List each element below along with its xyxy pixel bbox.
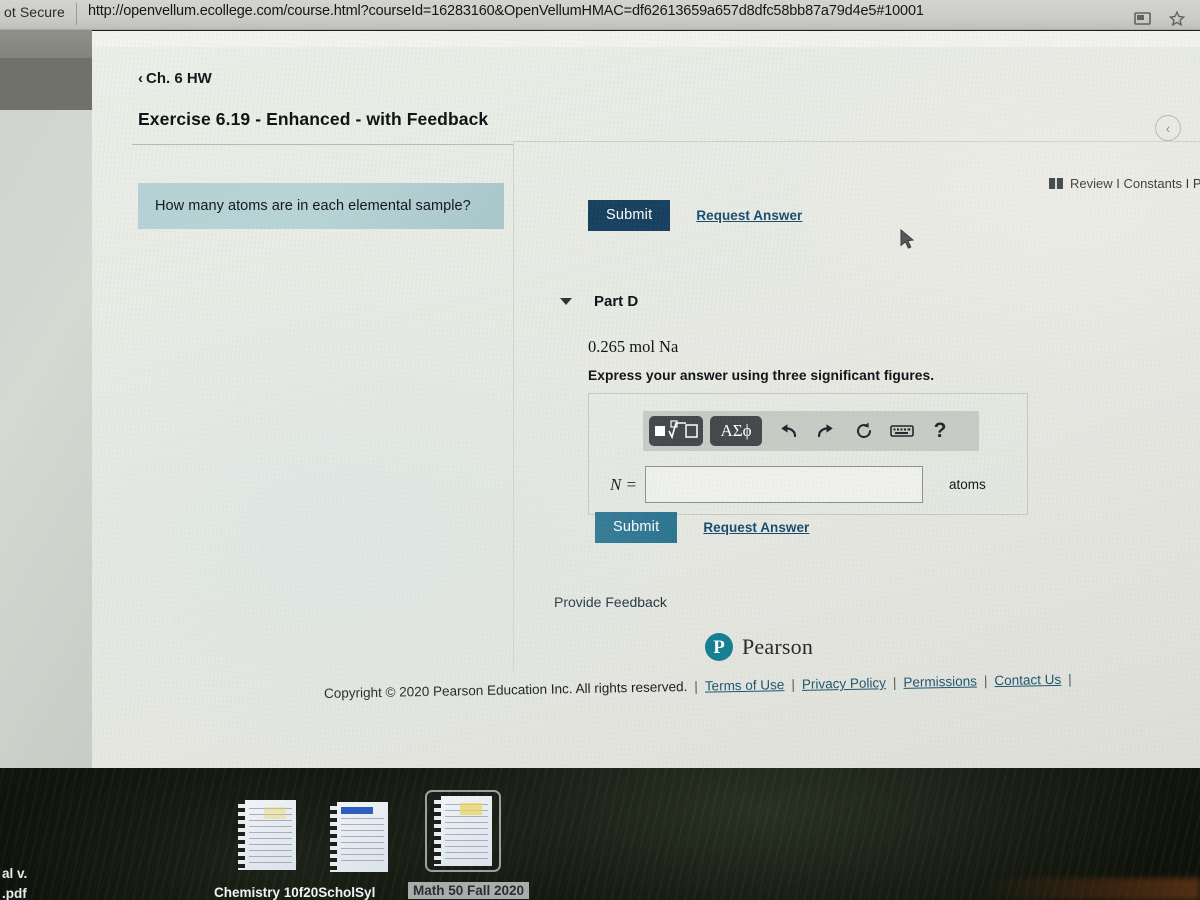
footer-link-contact[interactable]: Contact Us	[994, 672, 1061, 688]
highlight-mark	[460, 803, 482, 815]
part-instruction: Express your answer using three signific…	[588, 368, 935, 383]
left-bezel-shadow-inner	[0, 58, 92, 110]
provide-feedback-link[interactable]: Provide Feedback	[554, 594, 667, 610]
chevron-down-icon	[560, 298, 572, 305]
request-answer-link-bottom[interactable]: Request Answer	[703, 520, 809, 535]
variable-label: N =	[609, 474, 637, 494]
screen-photo: ot Secure http://openvellum.ecollege.com…	[0, 0, 1200, 900]
list-item[interactable]	[330, 802, 392, 876]
breadcrumb[interactable]: ‹ Ch. 6 HW	[138, 70, 212, 87]
breadcrumb-label: Ch. 6 HW	[146, 70, 212, 87]
security-indicator[interactable]: ot Secure	[4, 4, 65, 20]
question-prompt-box: How many atoms are in each elemental sam…	[138, 183, 504, 229]
header-divider-left	[132, 144, 514, 145]
resources-label: Review I Constants I P	[1070, 176, 1200, 191]
pearson-wordmark: Pearson	[742, 634, 814, 659]
part-quantity: 0.265 mol Na	[588, 337, 679, 356]
list-item[interactable]: Chemistry 10f20ScholSyl	[214, 800, 375, 900]
pearson-logo: P Pearson	[705, 633, 813, 661]
keyboard-icon[interactable]	[883, 416, 921, 446]
top-action-row: Submit Request Answer	[588, 200, 802, 231]
highlight-mark	[341, 807, 373, 814]
footer-link-privacy[interactable]: Privacy Policy	[802, 675, 886, 692]
document-thumbnail	[434, 796, 492, 866]
collapse-panel-button[interactable]: ‹	[1155, 115, 1181, 141]
chevron-left-icon: ‹	[1165, 120, 1171, 136]
bottom-action-row: Submit Request Answer	[595, 512, 809, 543]
answer-toolbar: ΑΣϕ ?	[643, 411, 979, 451]
document-thumbnail	[238, 800, 296, 870]
toolbar-divider	[76, 3, 77, 25]
part-label: Part D	[594, 293, 639, 310]
help-icon[interactable]: ?	[921, 416, 959, 446]
reset-icon[interactable]	[845, 416, 883, 446]
submit-button-bottom[interactable]: Submit	[595, 512, 678, 543]
bookmark-star-icon[interactable]	[1168, 10, 1186, 28]
answer-input[interactable]	[645, 466, 923, 503]
question-prompt-text: How many atoms are in each elemental sam…	[155, 198, 471, 214]
document-thumbnail	[330, 802, 388, 872]
greek-symbols-button[interactable]: ΑΣϕ	[710, 416, 762, 446]
undo-icon[interactable]	[769, 416, 807, 446]
dock-item-label: Math 50 Fall 2020	[408, 882, 530, 899]
dock-corner-text-line1: al v.	[2, 866, 28, 881]
math-template-button[interactable]	[649, 416, 703, 446]
footer-link-permissions[interactable]: Permissions	[903, 673, 977, 689]
url-input[interactable]: http://openvellum.ecollege.com/course.ht…	[88, 3, 924, 19]
pearson-mark-icon: P	[705, 633, 733, 661]
browser-toolbar: ot Secure http://openvellum.ecollege.com…	[0, 0, 1200, 30]
footer-separator: |	[892, 675, 897, 691]
answer-field-row: N = atoms	[599, 466, 1019, 503]
document-lines	[341, 818, 384, 866]
notebook-spiral-icon	[434, 796, 441, 866]
part-header[interactable]: Part D	[560, 293, 638, 310]
footer-separator: |	[694, 678, 698, 694]
submit-button-top[interactable]: Submit	[588, 200, 671, 231]
answer-widget: ΑΣϕ ? N = atoms	[588, 393, 1028, 515]
footer-separator: |	[1068, 671, 1072, 687]
redo-icon[interactable]	[807, 416, 845, 446]
notebook-spiral-icon	[238, 800, 245, 870]
dock-item-label: Chemistry 10f20ScholSyl	[214, 885, 376, 900]
footer-separator: |	[983, 673, 988, 689]
footer-link-terms[interactable]: Terms of Use	[705, 677, 785, 694]
dock-corner-text-line2: .pdf	[2, 886, 27, 900]
notebook-spiral-icon	[330, 802, 337, 872]
book-icon	[1049, 178, 1063, 189]
copyright-text: Copyright © 2020 Pearson Education Inc. …	[323, 679, 688, 701]
list-item[interactable]: Math 50 Fall 2020	[408, 790, 530, 899]
footer: Copyright © 2020 Pearson Education Inc. …	[324, 672, 1079, 701]
highlight-mark	[264, 807, 286, 819]
page-viewport: ‹ Ch. 6 HW Exercise 6.19 - Enhanced - wi…	[92, 31, 1200, 768]
resources-links[interactable]: Review I Constants I P	[1049, 176, 1200, 191]
back-chevron-icon: ‹	[138, 70, 143, 87]
header-divider-right	[514, 141, 1200, 142]
page-top-strip	[92, 31, 1200, 47]
page-title: Exercise 6.19 - Enhanced - with Feedback	[138, 109, 489, 129]
unit-label: atoms	[949, 477, 986, 492]
column-divider	[513, 141, 514, 671]
request-answer-link-top[interactable]: Request Answer	[696, 208, 802, 223]
left-bezel	[0, 30, 92, 768]
desktop-dock: Chemistry 10f20ScholSyl Math 50 Fall 202…	[0, 768, 1200, 900]
cast-icon[interactable]	[1134, 10, 1152, 28]
footer-separator: |	[791, 676, 796, 693]
